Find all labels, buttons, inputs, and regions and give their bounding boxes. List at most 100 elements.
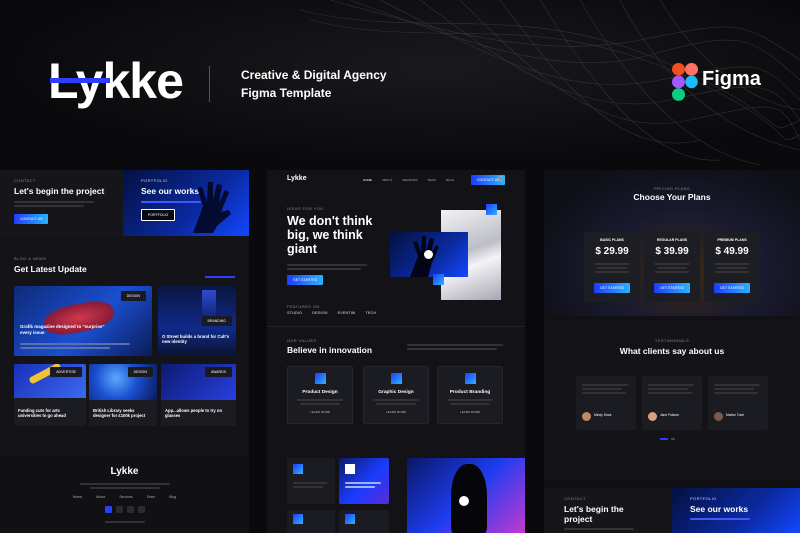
news-kicker: BLOG & NEWS xyxy=(14,256,47,261)
learn-more-link[interactable]: LEARN MORE xyxy=(288,410,352,414)
plan-name: BASIC PLANS xyxy=(600,238,624,242)
news-card[interactable]: ADVERTISE Funding cuts for arts universi… xyxy=(14,364,86,426)
nav-logo[interactable]: Lykke xyxy=(287,175,307,182)
linkedin-icon[interactable] xyxy=(137,506,145,513)
footer-link[interactable]: About xyxy=(96,495,105,499)
logo-accent-bar xyxy=(50,78,110,83)
client-name: Marlon Tosh xyxy=(726,413,744,417)
pricing-card-regular[interactable]: REGULAR PLANS $ 39.99 GET STARTED xyxy=(644,232,700,302)
contact-title: Let's begin the project xyxy=(564,504,624,524)
news-card[interactable]: DESIGN British Library seeks designer fo… xyxy=(89,364,157,426)
post-tag: DESIGN xyxy=(127,367,153,377)
plan-button[interactable]: GET STARTED xyxy=(653,283,691,293)
client-name: Jane Folsom xyxy=(660,413,679,417)
testimonial-card: Marlon Tosh xyxy=(708,376,768,430)
hero-title: We don't think big, we think giant xyxy=(287,214,373,256)
video-thumbnail[interactable] xyxy=(407,458,525,533)
learn-more-link[interactable]: LEARN MORE xyxy=(364,410,428,414)
footer-link[interactable]: Team xyxy=(147,495,156,499)
service-title: Product Branding xyxy=(449,390,491,395)
nav-link-about[interactable]: ABOUT xyxy=(382,178,392,182)
search-icon[interactable] xyxy=(498,176,503,181)
chat-icon xyxy=(433,274,444,285)
post-title: Grafik magazine designed to "surprise" e… xyxy=(20,324,105,335)
dot-active[interactable] xyxy=(660,438,668,440)
pricing-card-basic[interactable]: BASIC PLANS $ 29.99 GET STARTED xyxy=(584,232,640,302)
nav-link-team[interactable]: TEAM xyxy=(427,178,435,182)
portfolio-block: PORTFOLIO See our works PORTFOLIO xyxy=(123,170,249,236)
post-tag: DESIGN xyxy=(120,291,146,301)
middle-preview-panel: Lykke HOME ABOUT SERVICES TEAM BLOG CONT… xyxy=(267,170,525,533)
nav-link-home[interactable]: HOME xyxy=(363,178,372,182)
facebook-icon[interactable] xyxy=(104,506,112,513)
news-card[interactable]: BRANDING O Street builds a brand for Cul… xyxy=(158,286,236,356)
service-card[interactable]: Product Design LEARN MORE xyxy=(287,366,353,424)
header-divider xyxy=(209,66,210,102)
plan-button[interactable]: GET STARTED xyxy=(593,283,631,293)
post-tag: BRANDING xyxy=(201,316,232,326)
post-title: O Street builds a brand for Cult's new i… xyxy=(162,334,230,345)
plan-button[interactable]: GET STARTED xyxy=(713,283,751,293)
contact-block-bottom: CONTACT Let's begin the project xyxy=(544,488,672,533)
hero-cta-button[interactable]: GET STARTED xyxy=(287,275,324,285)
contact-title: Let's begin the project xyxy=(14,186,105,196)
plan-price: $ 49.99 xyxy=(715,246,749,257)
portfolio-button[interactable]: PORTFOLIO xyxy=(141,209,176,221)
feature-icon xyxy=(345,514,355,524)
service-title: Product Design xyxy=(302,390,338,395)
contact-kicker: CONTACT xyxy=(564,496,586,501)
top-nav: Lykke HOME ABOUT SERVICES TEAM BLOG CONT… xyxy=(267,170,525,190)
hand-silhouette-image xyxy=(193,182,231,233)
plan-price: $ 29.99 xyxy=(595,246,629,257)
pricing-section: PRICING PLANS Choose Your Plans BASIC PL… xyxy=(544,170,800,316)
testimonial-title: What clients say about us xyxy=(619,346,725,356)
instagram-icon[interactable] xyxy=(126,506,134,513)
values-title: Believe in innovation xyxy=(287,345,373,355)
learn-more-link[interactable]: LEARN MORE xyxy=(438,410,502,414)
testimonial-card: Jane Folsom xyxy=(642,376,702,430)
play-icon[interactable] xyxy=(424,250,433,259)
service-card[interactable]: Product Branding LEARN MORE xyxy=(437,366,503,424)
portfolio-block-bottom: PORTFOLIO See our works xyxy=(672,488,800,533)
news-title: Get Latest Update xyxy=(14,264,87,274)
carousel-dots xyxy=(660,438,675,440)
service-card[interactable]: Graphic Design LEARN MORE xyxy=(363,366,429,424)
person-silhouette xyxy=(451,464,487,533)
contact-kicker: CONTACT xyxy=(14,178,36,183)
dot[interactable] xyxy=(671,438,675,440)
news-underline xyxy=(205,276,235,278)
social-icons xyxy=(0,506,249,513)
feature-icon xyxy=(293,514,303,524)
hero-kicker: IDEAS FOR YOU xyxy=(287,206,324,211)
feature-box xyxy=(287,458,335,504)
contact-button[interactable]: CONTACT US xyxy=(14,214,49,224)
news-card[interactable]: DESIGN Grafik magazine designed to "surp… xyxy=(14,286,152,356)
feature-box-active xyxy=(339,458,389,504)
feature-box xyxy=(287,510,335,533)
twitter-icon[interactable] xyxy=(115,506,123,513)
testimonial-card: Mindy Stout xyxy=(576,376,636,430)
nav-link-blog[interactable]: BLOG xyxy=(446,178,454,182)
footer-link[interactable]: Blog xyxy=(169,495,176,499)
plan-price: $ 39.99 xyxy=(655,246,689,257)
figma-label: Figma xyxy=(702,68,761,90)
nav-link-services[interactable]: SERVICES xyxy=(402,178,417,182)
testimonial-kicker: TESTIMONIALS xyxy=(654,338,690,343)
pricing-title: Choose Your Plans xyxy=(633,192,711,202)
play-icon[interactable] xyxy=(459,496,469,506)
pricing-card-premium[interactable]: PREMIUM PLANS $ 49.99 GET STARTED xyxy=(704,232,760,302)
footer-link[interactable]: Services xyxy=(119,495,132,499)
service-title: Graphic Design xyxy=(378,390,414,395)
tagline-line-2: Figma Template xyxy=(241,86,332,100)
featured-kicker: FEATURED ON xyxy=(287,304,320,309)
post-title: App...allows people to try on glasses xyxy=(165,408,222,419)
post-title: British Library seeks designer for £100k… xyxy=(93,408,146,419)
post-tag: AWARDS xyxy=(204,367,232,377)
hero-image-hand xyxy=(390,232,468,277)
feature-icon xyxy=(345,464,355,474)
hero-banner: Lykke Creative & Digital Agency Figma Te… xyxy=(0,0,800,165)
footer-logo: Lykke xyxy=(110,466,139,477)
avatar xyxy=(648,412,657,421)
footer-link[interactable]: Home xyxy=(73,495,82,499)
news-card[interactable]: AWARDS App...allows people to try on gla… xyxy=(161,364,236,426)
